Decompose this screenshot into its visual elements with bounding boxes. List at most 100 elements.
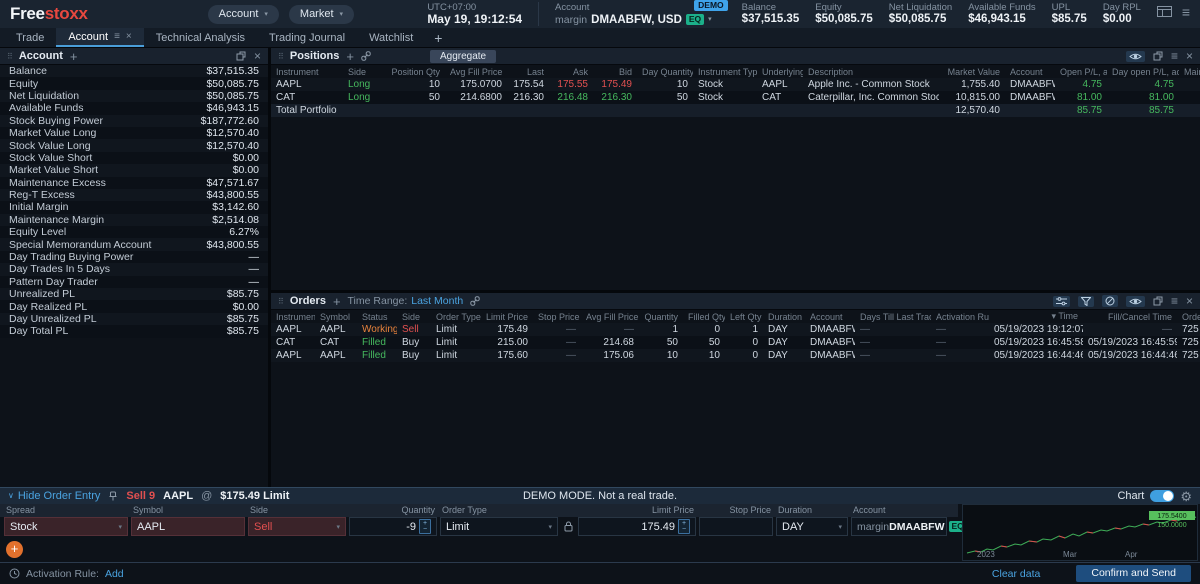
tab-account[interactable]: Account≡× bbox=[56, 28, 143, 47]
drag-handle-icon[interactable]: ⠿ bbox=[278, 297, 283, 306]
menu-icon[interactable]: ≡ bbox=[1171, 50, 1178, 62]
column-header-ask[interactable]: Ask bbox=[549, 67, 593, 77]
layout-icon[interactable] bbox=[1157, 6, 1172, 17]
column-header-status[interactable]: Status bbox=[357, 312, 397, 322]
order-type-select[interactable]: Limit ▾ bbox=[440, 517, 558, 536]
stepper-buttons[interactable]: +− bbox=[419, 519, 431, 534]
column-header-order-type[interactable]: Order Type bbox=[431, 312, 481, 322]
mini-price-chart[interactable]: 175.5400 150.0000 2023 Mar Apr bbox=[962, 504, 1198, 561]
add-tab-button[interactable]: + bbox=[425, 28, 451, 47]
aggregate-button[interactable]: Aggregate bbox=[430, 50, 496, 63]
account-selector[interactable]: DEMO Account margin DMAABFW, USD EQ ▾ bbox=[555, 2, 726, 27]
add-order-leg-button[interactable]: + bbox=[6, 541, 23, 558]
column-header-bid[interactable]: Bid bbox=[593, 67, 637, 77]
chart-toggle[interactable] bbox=[1150, 490, 1174, 502]
column-header-day-open-pl[interactable]: Day open P/L, acc bbox=[1107, 67, 1179, 77]
popout-icon[interactable] bbox=[1153, 51, 1163, 61]
metric-value: $43,800.55 bbox=[206, 239, 259, 251]
column-header-time[interactable]: ▾ Time bbox=[989, 311, 1083, 322]
column-header-duration[interactable]: Duration bbox=[763, 312, 805, 322]
table-row[interactable]: AAPLAAPLFilledBuyLimit175.60—175.0610100… bbox=[271, 349, 1200, 362]
tab-menu-icon[interactable]: ≡ bbox=[114, 31, 120, 42]
show-closed-positions-icon[interactable] bbox=[1126, 51, 1145, 62]
column-header-account[interactable]: Account bbox=[805, 312, 855, 322]
column-header-fill-cancel-time[interactable]: Fill/Cancel Time bbox=[1083, 312, 1177, 322]
add-panel-icon[interactable]: + bbox=[70, 50, 78, 63]
tab-watchlist[interactable]: Watchlist bbox=[357, 28, 425, 47]
drag-handle-icon[interactable]: ⠿ bbox=[7, 52, 12, 61]
column-header-left-qty[interactable]: Left Qty bbox=[725, 312, 763, 322]
column-header-instrument-type[interactable]: Instrument Type bbox=[693, 67, 757, 77]
stepper-buttons[interactable]: +− bbox=[678, 519, 690, 534]
column-header-last[interactable]: Last bbox=[507, 67, 549, 77]
total-row[interactable]: Total Portfolio12,570.4085.7585.752,514.… bbox=[271, 104, 1200, 117]
filter-settings-icon[interactable] bbox=[1053, 296, 1070, 307]
spread-select[interactable]: Stock ▾ bbox=[4, 517, 128, 536]
column-header-market-value[interactable]: Market Value bbox=[939, 67, 1005, 77]
close-icon[interactable]: × bbox=[1186, 295, 1193, 307]
table-row[interactable]: CATCATFilledBuyLimit215.00—214.6850500DA… bbox=[271, 336, 1200, 349]
show-inactive-orders-icon[interactable] bbox=[1126, 296, 1145, 307]
column-header-side[interactable]: Side bbox=[343, 67, 385, 77]
column-header-symbol[interactable]: Symbol bbox=[315, 312, 357, 322]
column-header-side[interactable]: Side bbox=[397, 312, 431, 322]
drag-handle-icon[interactable]: ⠿ bbox=[278, 52, 283, 61]
column-header-instrument[interactable]: Instrument bbox=[271, 312, 315, 322]
add-panel-icon[interactable]: + bbox=[346, 50, 354, 63]
popout-icon[interactable] bbox=[1153, 296, 1163, 306]
link-icon[interactable] bbox=[361, 51, 371, 61]
cell-maintenance-margin: 2,163.00 bbox=[1179, 92, 1200, 103]
duration-select[interactable]: DAY ▾ bbox=[776, 517, 848, 536]
lock-icon[interactable] bbox=[561, 517, 575, 536]
filter-funnel-icon[interactable] bbox=[1078, 296, 1094, 307]
market-menu-button[interactable]: Market ▾ bbox=[289, 5, 354, 24]
column-header-activation-rule[interactable]: Activation Rule bbox=[931, 312, 989, 322]
clear-data-link[interactable]: Clear data bbox=[992, 568, 1040, 580]
side-select[interactable]: Sell ▾ bbox=[248, 517, 346, 536]
column-header-instrument[interactable]: Instrument bbox=[271, 67, 343, 77]
limit-price-stepper[interactable]: 175.49 +− bbox=[578, 517, 696, 536]
column-header-underlying[interactable]: Underlying bbox=[757, 67, 803, 77]
activation-rule-add-link[interactable]: Add bbox=[105, 568, 124, 580]
pin-icon[interactable] bbox=[108, 491, 118, 501]
account-select[interactable]: margin DMAABFW EQ bbox=[851, 517, 947, 536]
column-header-description[interactable]: Description bbox=[803, 67, 939, 77]
tab-trade[interactable]: Trade bbox=[4, 28, 56, 47]
column-header-avg-fill-price[interactable]: Avg Fill Price bbox=[445, 67, 507, 77]
column-header-open-pl[interactable]: Open P/L, acc bbox=[1055, 67, 1107, 77]
menu-icon[interactable]: ≡ bbox=[1171, 295, 1178, 307]
quantity-stepper[interactable]: -9 +− bbox=[349, 517, 437, 536]
column-header-position-qty[interactable]: Position Qty bbox=[385, 67, 445, 77]
menu-icon[interactable]: ≡ bbox=[1182, 6, 1190, 18]
table-row[interactable]: AAPLAAPLWorkingSellLimit175.49——101DAYDM… bbox=[271, 323, 1200, 336]
column-header-days-till-last-trade[interactable]: Days Till Last Trade bbox=[855, 312, 931, 322]
tab-technical-analysis[interactable]: Technical Analysis bbox=[144, 28, 257, 47]
column-header-quantity[interactable]: Quantity bbox=[639, 312, 683, 322]
column-header-filled-qty[interactable]: Filled Qty bbox=[683, 312, 725, 322]
column-header-order-id[interactable]: Order Id bbox=[1177, 312, 1200, 322]
column-header-stop-price[interactable]: Stop Price bbox=[533, 312, 581, 322]
tab-close-icon[interactable]: × bbox=[126, 31, 132, 42]
time-range-value[interactable]: Last Month bbox=[411, 295, 463, 307]
column-header-day-quantity[interactable]: Day Quantity bbox=[637, 67, 693, 77]
column-header-account[interactable]: Account bbox=[1005, 67, 1055, 77]
cancel-orders-icon[interactable] bbox=[1102, 295, 1118, 307]
hide-order-entry-button[interactable]: ∨ Hide Order Entry bbox=[8, 490, 100, 502]
confirm-and-send-button[interactable]: Confirm and Send bbox=[1076, 565, 1191, 582]
close-icon[interactable]: × bbox=[254, 50, 261, 62]
table-row[interactable]: CATLong50214.6800216.30216.48216.3050Sto… bbox=[271, 91, 1200, 104]
gear-icon[interactable]: ⚙ bbox=[1180, 490, 1192, 503]
table-row[interactable]: AAPLLong10175.0700175.54175.55175.4910St… bbox=[271, 78, 1200, 91]
stop-price-input[interactable] bbox=[699, 517, 773, 536]
column-header-limit-price[interactable]: Limit Price bbox=[481, 312, 533, 322]
link-icon[interactable] bbox=[470, 296, 480, 306]
column-header-maintenance-margin[interactable]: Maintenance Margin bbox=[1179, 67, 1200, 77]
column-header-avg-fill-price[interactable]: Avg Fill Price bbox=[581, 312, 639, 322]
symbol-input[interactable]: AAPL bbox=[131, 517, 245, 536]
add-panel-icon[interactable]: + bbox=[333, 295, 341, 308]
tab-trading-journal[interactable]: Trading Journal bbox=[257, 28, 357, 47]
popout-icon[interactable] bbox=[236, 51, 246, 61]
cell-activation-rule: — bbox=[931, 337, 989, 348]
account-menu-button[interactable]: Account ▾ bbox=[208, 5, 279, 24]
close-icon[interactable]: × bbox=[1186, 50, 1193, 62]
